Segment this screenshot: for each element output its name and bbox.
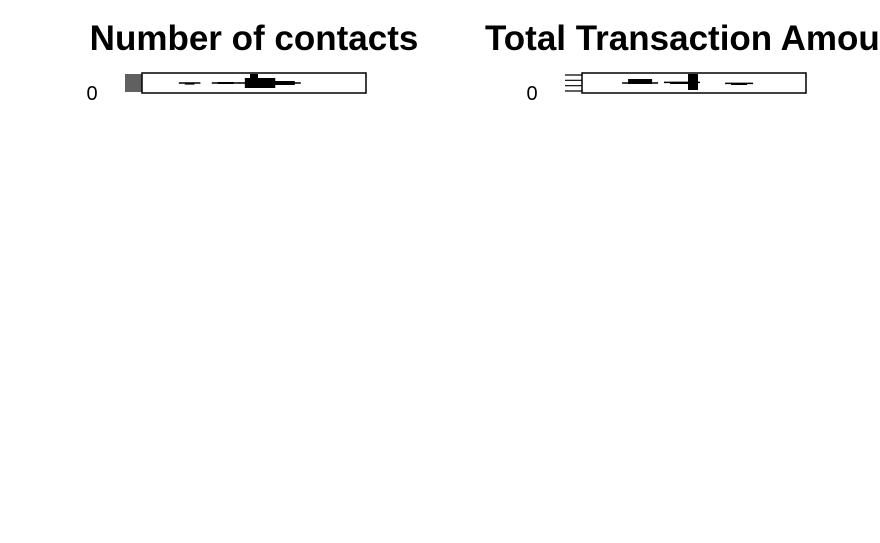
ytick-label-panel-1: 0: [86, 83, 97, 105]
ytick-label-panel-2: 0: [526, 83, 537, 105]
boxes-panel-1: [178, 74, 301, 88]
panel-number-of-contacts: Number of contacts 0: [86, 19, 418, 105]
whisker-mark: [688, 74, 698, 90]
outlier-ticks-panel-2: [565, 74, 582, 92]
panel-title-total-transaction-amount: Total Transaction Amount: [485, 19, 880, 58]
panel-total-transaction-amount: Total Transaction Amount 0: [485, 19, 880, 105]
outlier-ticks-panel-1: [125, 74, 142, 92]
boxes-panel-2: [622, 74, 754, 90]
chart-canvas: Number of contacts 0 Total Transaction A…: [86, 19, 880, 105]
panel-title-number-of-contacts: Number of contacts: [90, 19, 419, 58]
whisker-mark: [250, 74, 258, 82]
